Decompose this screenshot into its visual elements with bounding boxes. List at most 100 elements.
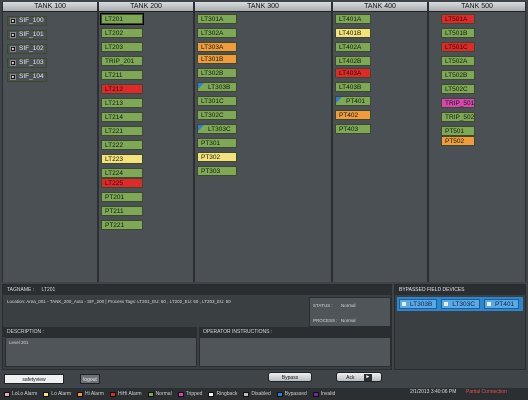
tag-lt203[interactable]: LT203 — [101, 42, 143, 52]
status-value: Normal — [341, 303, 356, 308]
bypass-indicator-icon — [198, 83, 204, 89]
tag-pt303[interactable]: PT303 — [197, 166, 237, 176]
sif-indicator-icon: ■ — [10, 32, 16, 38]
legend-ringback: Ringback — [208, 391, 237, 397]
tag-lt302b[interactable]: LT302B — [197, 68, 237, 78]
bypassed-item-lt303c[interactable]: LT303C — [441, 299, 480, 309]
tank-300-header: TANK 300 — [195, 2, 331, 12]
sif-indicator-icon: ■ — [10, 74, 16, 80]
legend-swatch — [243, 391, 250, 397]
tank-400-header: TANK 400 — [333, 2, 427, 12]
bypass-indicator-icon — [336, 97, 342, 103]
tag-lt202[interactable]: LT202 — [101, 28, 143, 38]
sif-104[interactable]: ■ SIF_104 — [7, 72, 47, 82]
tag-pt502[interactable]: PT502 — [441, 136, 475, 146]
tank-100-column: TANK 100 ■ SIF_100 ■ SIF_101 ■ SIF_102 ■ SIF… — [2, 2, 98, 282]
tag-pt401[interactable]: PT401 — [335, 96, 371, 106]
tag-lt301b[interactable]: LT301B — [197, 54, 237, 64]
legend-lolo: LoLo Alarm — [4, 391, 37, 397]
legend-swatch — [4, 391, 10, 397]
connection-status: Partial Connection — [466, 389, 507, 395]
legend-swatch — [109, 391, 116, 397]
tag-pt302[interactable]: PT302 — [197, 152, 237, 162]
tank-100-header: TANK 100 — [3, 2, 97, 12]
description-box — [5, 337, 197, 367]
tag-pt403[interactable]: PT403 — [335, 124, 371, 134]
legend-invalid: Invalid — [312, 391, 335, 397]
tag-lt211[interactable]: LT211 — [101, 70, 143, 80]
tag-lt403b[interactable]: LT403B — [335, 82, 371, 92]
tag-pt501[interactable]: PT501 — [441, 126, 475, 136]
tag-lt301c[interactable]: LT301C — [197, 96, 237, 106]
bypassed-devices-list: LT303B LT303C PT401 — [397, 297, 523, 311]
legend-normal: Normal — [147, 391, 172, 397]
tag-trip-201[interactable]: TRIP_201 — [101, 56, 143, 66]
tag-lt401b[interactable]: LT401B — [335, 28, 371, 38]
tag-lt502c[interactable]: LT502C — [441, 84, 475, 94]
tag-lt225[interactable]: LT225 — [101, 178, 143, 188]
tag-lt222[interactable]: LT222 — [101, 140, 143, 150]
tank-500-header: TANK 500 — [429, 2, 525, 12]
legend-bypassed: Bypassed — [276, 391, 307, 397]
tank-300-column: TANK 300 LT301A LT302A LT303A LT301B LT3… — [194, 2, 332, 282]
sif-indicator-icon: ■ — [10, 60, 16, 66]
tag-lt214[interactable]: LT214 — [101, 112, 143, 122]
tag-lt501b[interactable]: LT501B — [441, 28, 475, 38]
tab-logout[interactable]: logout — [80, 374, 100, 384]
tank-400-column: TANK 400 LT401A LT401B LT402A LT402B LT4… — [332, 2, 428, 282]
ack-arrow-icon: ► — [363, 374, 372, 382]
sif-100[interactable]: ■ SIF_100 — [7, 16, 47, 26]
footer-bar: safetyview logout Bypass Ack ► — [0, 372, 528, 386]
tag-lt402a[interactable]: LT402A — [335, 42, 371, 52]
tag-lt502b[interactable]: LT502B — [441, 70, 475, 80]
process-label: PROCESS : — [313, 318, 338, 323]
tag-pt211[interactable]: PT211 — [101, 206, 143, 216]
tag-detail-panel: TAGNAME : LT201 Location: Area_001 - TAN… — [2, 284, 392, 370]
tag-lt221[interactable]: LT221 — [101, 126, 143, 136]
tag-trip-502[interactable]: TRIP_502 — [441, 112, 475, 122]
tag-lt224[interactable]: LT224 — [101, 168, 143, 178]
tag-lt212[interactable]: LT212 — [101, 84, 143, 94]
tag-pt221[interactable]: PT221 — [101, 220, 143, 230]
bypass-button[interactable]: Bypass — [268, 372, 312, 382]
sif-101[interactable]: ■ SIF_101 — [7, 30, 47, 40]
bypassed-item-pt401[interactable]: PT401 — [483, 299, 520, 309]
tag-lt302a[interactable]: LT302A — [197, 28, 237, 38]
tag-lt303a[interactable]: LT303A — [197, 42, 237, 52]
tag-pt201[interactable]: PT201 — [101, 192, 143, 202]
bypassed-devices-panel: BYPASSED FIELD DEVICES LT303B LT303C PT4… — [394, 284, 526, 370]
instructions-box[interactable] — [199, 337, 391, 367]
tag-lt401a[interactable]: LT401A — [335, 14, 371, 24]
tag-lt501a[interactable]: LT501A — [441, 14, 475, 24]
tag-lt303c[interactable]: LT303C — [197, 124, 237, 134]
process-value: Normal — [341, 318, 356, 323]
tag-lt403a[interactable]: LT403A — [335, 68, 371, 78]
tag-lt303b[interactable]: LT303B — [197, 82, 237, 92]
legend-hi: Hi Alarm — [77, 391, 104, 397]
tag-lt301a[interactable]: LT301A — [197, 14, 237, 24]
datetime-display: 2/1/2013 3:40:06 PM — [410, 389, 457, 395]
bypassed-item-lt303b[interactable]: LT303B — [399, 299, 438, 309]
legend-lo: Lo Alarm — [43, 391, 71, 397]
tag-pt402[interactable]: PT402 — [335, 110, 371, 120]
tag-pt301[interactable]: PT301 — [197, 138, 237, 148]
legend-swatch — [147, 391, 154, 397]
legend-disabled: Disabled — [243, 391, 271, 397]
tag-lt501c[interactable]: LT501C — [441, 42, 475, 52]
tag-lt502a[interactable]: LT502A — [441, 56, 475, 66]
sif-102[interactable]: ■ SIF_102 — [7, 44, 47, 54]
sif-103[interactable]: ■ SIF_103 — [7, 58, 47, 68]
tag-lt402b[interactable]: LT402B — [335, 56, 371, 66]
legend-hihi: HiHi Alarm — [109, 391, 142, 397]
bypass-indicator-icon — [198, 125, 204, 131]
tag-lt213[interactable]: LT213 — [101, 98, 143, 108]
tab-safetyview[interactable]: safetyview — [4, 374, 64, 384]
tag-lt223[interactable]: LT223 — [101, 154, 143, 164]
tag-lt302c[interactable]: LT302C — [197, 110, 237, 120]
ack-button[interactable]: Ack ► — [336, 372, 382, 382]
legend-swatch — [208, 391, 215, 397]
legend-tripped: Tripped — [177, 391, 202, 397]
tag-lt201[interactable]: LT201 — [100, 13, 144, 25]
tag-trip-501[interactable]: TRIP_501 — [441, 98, 475, 108]
legend-swatch — [43, 391, 50, 397]
